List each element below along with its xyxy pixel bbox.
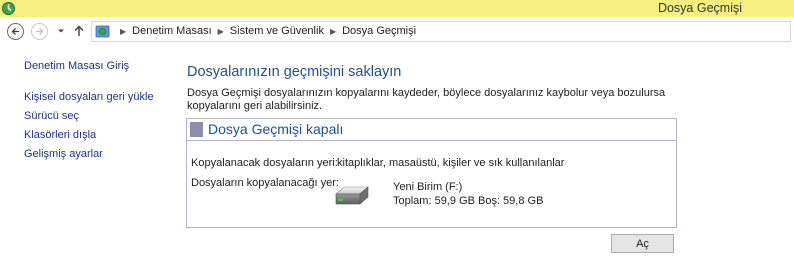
page-title: Dosyalarınızın geçmişini saklayın xyxy=(187,64,402,80)
control-panel-icon xyxy=(95,25,110,38)
title-bar: Dosya Geçmişi xyxy=(0,0,794,17)
status-text: Dosya Geçmişi kapalı xyxy=(208,121,344,137)
address-bar[interactable]: ▶ Denetim Masası ▶ Sistem ve Güvenlik ▶ … xyxy=(91,21,791,42)
breadcrumb-file-history[interactable]: Dosya Geçmişi xyxy=(342,25,416,37)
exclude-folders-link[interactable]: Klasörleri dışla xyxy=(24,126,174,145)
up-arrow-icon[interactable] xyxy=(72,24,86,38)
file-history-app-icon xyxy=(2,2,15,15)
page-description: Dosya Geçmişi dosyalarınızın kopyalarını… xyxy=(187,87,666,112)
turn-on-button[interactable]: Aç xyxy=(611,234,674,253)
forward-button[interactable] xyxy=(31,23,48,40)
drive-size: Toplam: 59,9 GB Boş: 59,8 GB xyxy=(393,195,544,207)
navigation-bar: ▶ Denetim Masası ▶ Sistem ve Güvenlik ▶ … xyxy=(0,17,794,45)
drive-name: Yeni Birim (F:) xyxy=(393,181,463,193)
left-navigation: Denetim Masası Giriş Kişisel dosyaları g… xyxy=(24,57,174,164)
chevron-right-icon: ▶ xyxy=(120,26,127,36)
breadcrumb-system-security[interactable]: Sistem ve Güvenlik xyxy=(230,25,324,37)
copy-from-value: kitaplıklar, masaüstü, kişiler ve sık ku… xyxy=(337,157,565,169)
window-title: Dosya Geçmişi xyxy=(657,1,742,15)
control-panel-home-link[interactable]: Denetim Masası Giriş xyxy=(24,57,174,76)
back-arrow-icon xyxy=(11,28,19,35)
chevron-right-icon[interactable]: ▶ xyxy=(218,27,224,36)
breadcrumb: ▶ Denetim Masası ▶ Sistem ve Güvenlik ▶ … xyxy=(114,25,416,37)
copy-from-label: Kopyalanacak dosyaların yeri: xyxy=(191,157,338,169)
restore-personal-files-link[interactable]: Kişisel dosyaları geri yükle xyxy=(24,88,174,107)
chevron-down-icon[interactable] xyxy=(56,26,66,36)
status-indicator xyxy=(190,122,203,137)
forward-arrow-icon xyxy=(36,28,44,35)
chevron-right-icon[interactable]: ▶ xyxy=(330,27,336,36)
advanced-settings-link[interactable]: Gelişmiş ayarlar xyxy=(24,145,174,164)
breadcrumb-control-panel[interactable]: Denetim Masası xyxy=(132,25,211,37)
hard-drive-icon xyxy=(335,186,369,205)
status-header: Dosya Geçmişi kapalı xyxy=(187,119,676,141)
select-drive-link[interactable]: Sürücü seç xyxy=(24,107,174,126)
back-button[interactable] xyxy=(7,23,24,40)
status-panel: Dosya Geçmişi kapalı Kopyalanacak dosyal… xyxy=(186,118,677,228)
copy-to-label: Dosyaların kopyalanacağı yer: xyxy=(191,177,339,189)
